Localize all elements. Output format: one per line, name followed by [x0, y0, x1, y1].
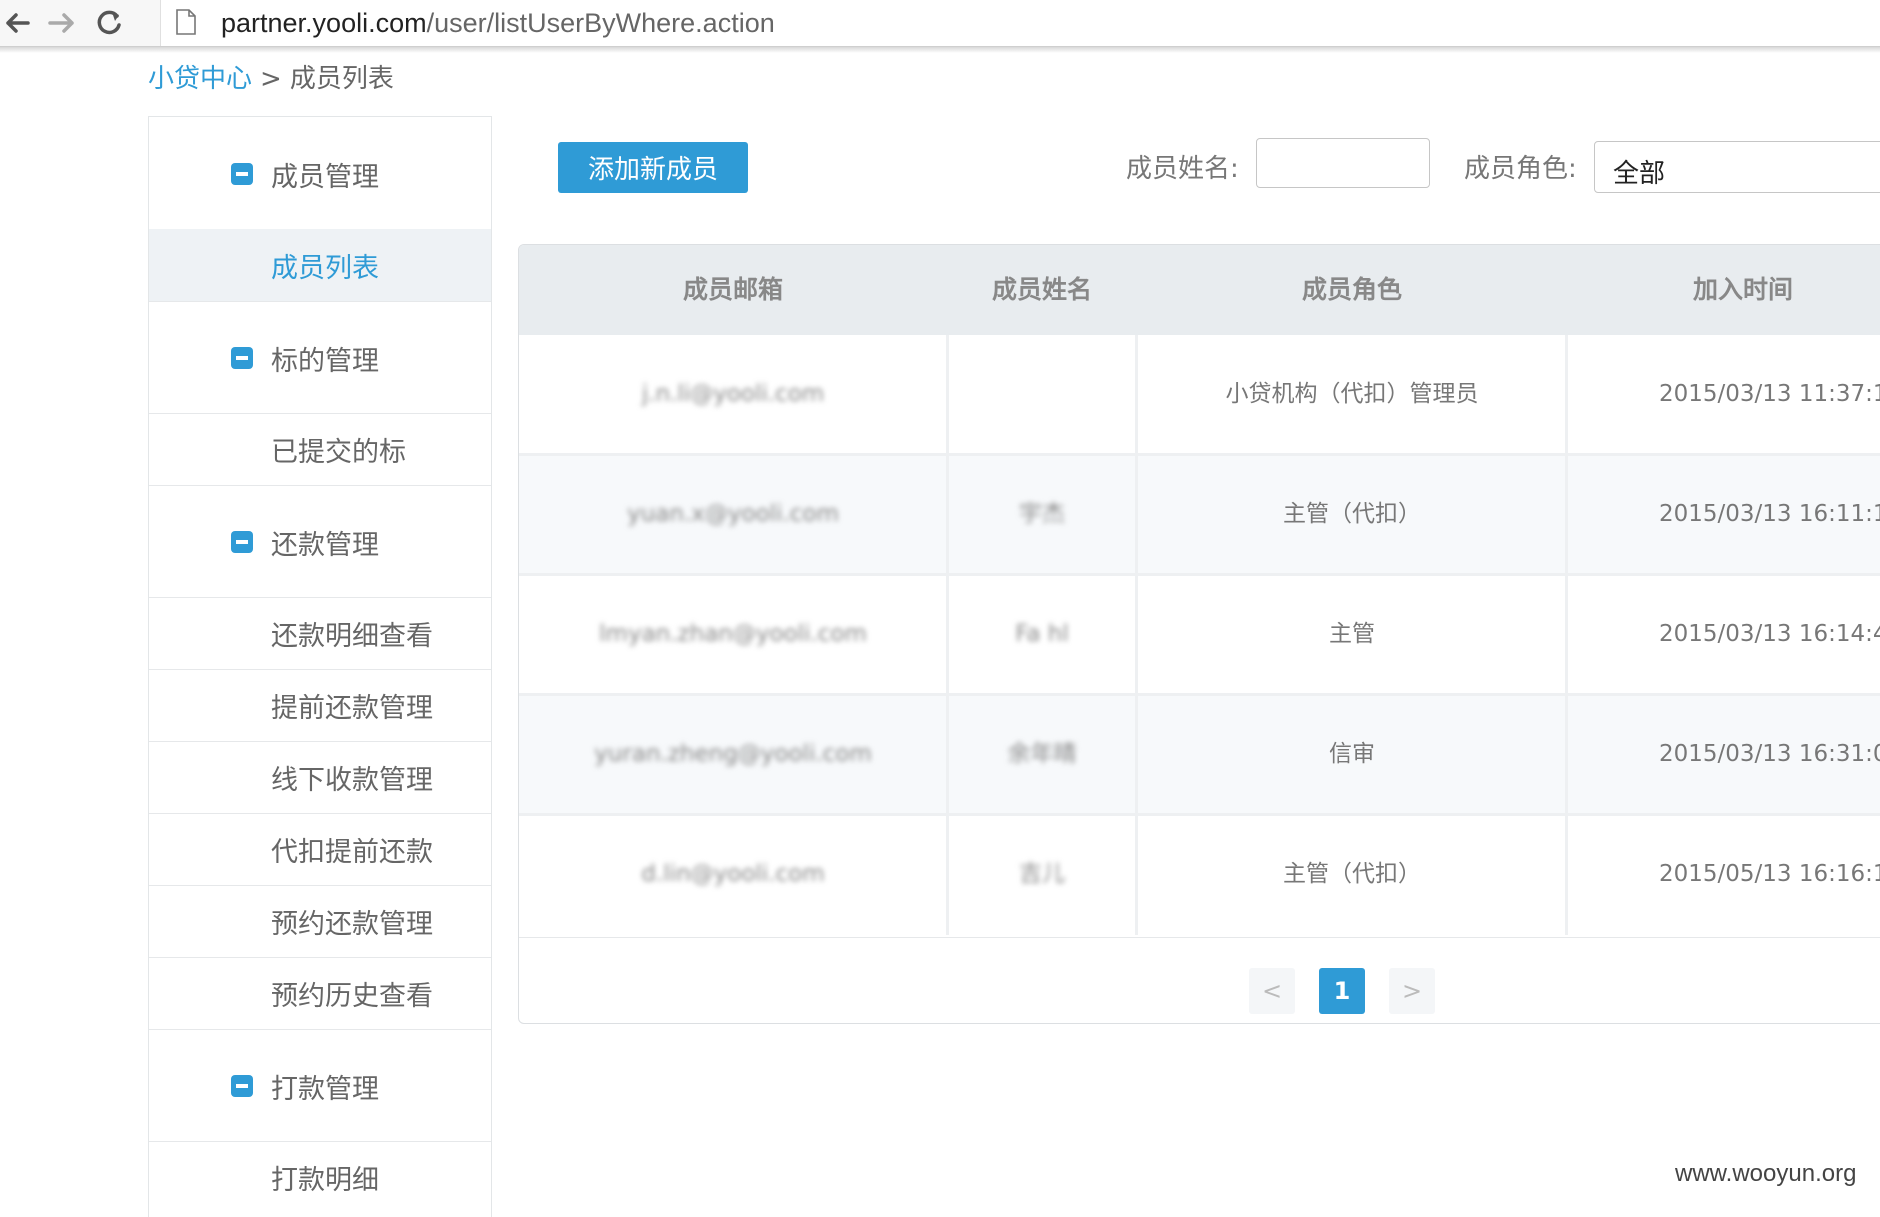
sidebar-item-scheduled-repayment[interactable]: 预约还款管理	[149, 885, 491, 958]
cell-joined: 2015/03/13 11:37:12	[1659, 381, 1880, 407]
column-divider	[1135, 335, 1138, 935]
sidebar-group-label: 成员管理	[271, 162, 379, 193]
browser-toolbar: partner.yooli.com/user/listUserByWhere.a…	[0, 0, 1880, 47]
cell-name: 吉儿	[1019, 861, 1065, 887]
column-header-role: 成员角色	[1301, 275, 1402, 304]
url-text: partner.yooli.com/user/listUserByWhere.a…	[221, 8, 775, 39]
role-filter-select[interactable]: 全部	[1594, 141, 1880, 193]
collapse-minus-icon[interactable]	[231, 1075, 253, 1097]
toolbar-shadow	[0, 47, 1880, 53]
row-divider	[519, 813, 1880, 816]
sidebar: 成员管理 成员列表 标的管理 已提交的标 还款管理 还款明细查看 提前还款管理 …	[148, 116, 492, 1217]
prev-page-button[interactable]: <	[1249, 968, 1295, 1014]
back-arrow-icon[interactable]	[0, 6, 40, 40]
table-header: 成员邮箱 成员姓名 成员角色 加入时间	[519, 245, 1880, 335]
collapse-minus-icon[interactable]	[231, 531, 253, 553]
collapse-minus-icon[interactable]	[231, 163, 253, 185]
table-row[interactable]: d.lin@yooli.com 吉儿 主管（代扣） 2015/05/13 16:…	[519, 815, 1880, 935]
sidebar-item-payout-details[interactable]: 打款明细	[149, 1141, 491, 1213]
member-table: 成员邮箱 成员姓名 成员角色 加入时间 j.n.li@yooli.com 小贷机…	[518, 244, 1880, 1024]
sidebar-item-label: 打款明细	[271, 1165, 379, 1196]
cell-name: 宇杰	[1019, 501, 1065, 527]
url-host: partner.yooli.com	[221, 8, 427, 38]
column-header-email: 成员邮箱	[682, 275, 783, 304]
sidebar-item-withhold-early-repayment[interactable]: 代扣提前还款	[149, 813, 491, 886]
role-filter-selected: 全部	[1613, 159, 1666, 189]
table-row[interactable]: yuran.zheng@yooli.com 余年晴 信审 2015/03/13 …	[519, 695, 1880, 815]
cell-role: 小贷机构（代扣）管理员	[1225, 381, 1479, 407]
sidebar-item-schedule-history[interactable]: 预约历史查看	[149, 957, 491, 1030]
cell-name: 余年晴	[1007, 741, 1077, 767]
cell-email: yuan.x@yooli.com	[627, 501, 839, 527]
sidebar-item-submitted-loans[interactable]: 已提交的标	[149, 413, 491, 486]
cell-joined: 2015/03/13 16:14:49	[1659, 621, 1880, 647]
breadcrumb-separator: >	[260, 64, 282, 94]
sidebar-group-label: 还款管理	[271, 530, 379, 561]
sidebar-group-repayment[interactable]: 还款管理	[149, 485, 491, 598]
cell-joined: 2015/03/13 16:31:02	[1659, 741, 1880, 767]
sidebar-item-member-list[interactable]: 成员列表	[149, 229, 491, 302]
table-row[interactable]: j.n.li@yooli.com 小贷机构（代扣）管理员 2015/03/13 …	[519, 335, 1880, 455]
cell-name	[947, 335, 1137, 453]
role-filter-label: 成员角色:	[1464, 154, 1577, 184]
cell-role: 信审	[1329, 741, 1375, 767]
name-filter-input[interactable]	[1256, 138, 1430, 188]
sidebar-group-payout[interactable]: 打款管理	[149, 1029, 491, 1142]
name-filter-label: 成员姓名:	[1126, 154, 1239, 184]
breadcrumb: 小贷中心 > 成员列表	[148, 58, 394, 95]
sidebar-item-label: 成员列表	[271, 253, 379, 284]
cell-email: lmyan.zhan@yooli.com	[599, 621, 867, 647]
table-row[interactable]: lmyan.zhan@yooli.com Fa hl 主管 2015/03/13…	[519, 575, 1880, 695]
row-divider	[519, 693, 1880, 696]
sidebar-item-label: 还款明细查看	[271, 621, 433, 652]
add-member-button[interactable]: 添加新成员	[558, 142, 748, 193]
url-path: /user/listUserByWhere.action	[426, 8, 775, 38]
sidebar-item-offline-collection[interactable]: 线下收款管理	[149, 741, 491, 814]
reload-icon[interactable]	[90, 6, 130, 40]
sidebar-item-repayment-details[interactable]: 还款明细查看	[149, 597, 491, 670]
address-bar[interactable]: partner.yooli.com/user/listUserByWhere.a…	[160, 0, 1880, 46]
breadcrumb-current: 成员列表	[289, 64, 394, 94]
cell-joined: 2015/05/13 16:16:15	[1659, 861, 1880, 887]
page-icon	[176, 9, 196, 35]
sidebar-item-early-repayment[interactable]: 提前还款管理	[149, 669, 491, 742]
cell-email: j.n.li@yooli.com	[641, 381, 825, 407]
forward-arrow-icon[interactable]	[42, 6, 82, 40]
sidebar-item-label: 线下收款管理	[271, 765, 433, 796]
cell-role: 主管（代扣）	[1283, 861, 1421, 887]
cell-joined: 2015/03/13 16:11:13	[1659, 501, 1880, 527]
sidebar-group-loans[interactable]: 标的管理	[149, 301, 491, 414]
sidebar-group-label: 打款管理	[271, 1074, 379, 1105]
sidebar-item-label: 已提交的标	[271, 437, 406, 468]
sidebar-group-members[interactable]: 成员管理	[149, 117, 491, 230]
column-header-joined: 加入时间	[1692, 275, 1793, 304]
sidebar-item-label: 提前还款管理	[271, 693, 433, 724]
cell-role: 主管（代扣）	[1283, 501, 1421, 527]
sidebar-item-label: 代扣提前还款	[271, 837, 433, 868]
column-divider	[1565, 335, 1568, 935]
sidebar-item-label: 预约还款管理	[271, 909, 433, 940]
cell-role: 主管	[1329, 621, 1375, 647]
cell-email: d.lin@yooli.com	[641, 861, 825, 887]
watermark: www.wooyun.org	[1675, 1160, 1857, 1187]
sidebar-group-label: 标的管理	[271, 346, 379, 377]
collapse-minus-icon[interactable]	[231, 347, 253, 369]
column-header-name: 成员姓名	[991, 275, 1092, 304]
row-divider	[519, 573, 1880, 576]
page-number-button[interactable]: 1	[1319, 968, 1365, 1014]
column-divider	[946, 335, 949, 935]
cell-name: Fa hl	[1015, 621, 1069, 647]
next-page-button[interactable]: >	[1389, 968, 1435, 1014]
sidebar-item-label: 预约历史查看	[271, 981, 433, 1012]
breadcrumb-root-link[interactable]: 小贷中心	[148, 64, 252, 94]
row-divider	[519, 453, 1880, 456]
cell-email: yuran.zheng@yooli.com	[594, 741, 872, 767]
table-row[interactable]: yuan.x@yooli.com 宇杰 主管（代扣） 2015/03/13 16…	[519, 455, 1880, 575]
pagination: < 1 >	[519, 937, 1880, 1023]
